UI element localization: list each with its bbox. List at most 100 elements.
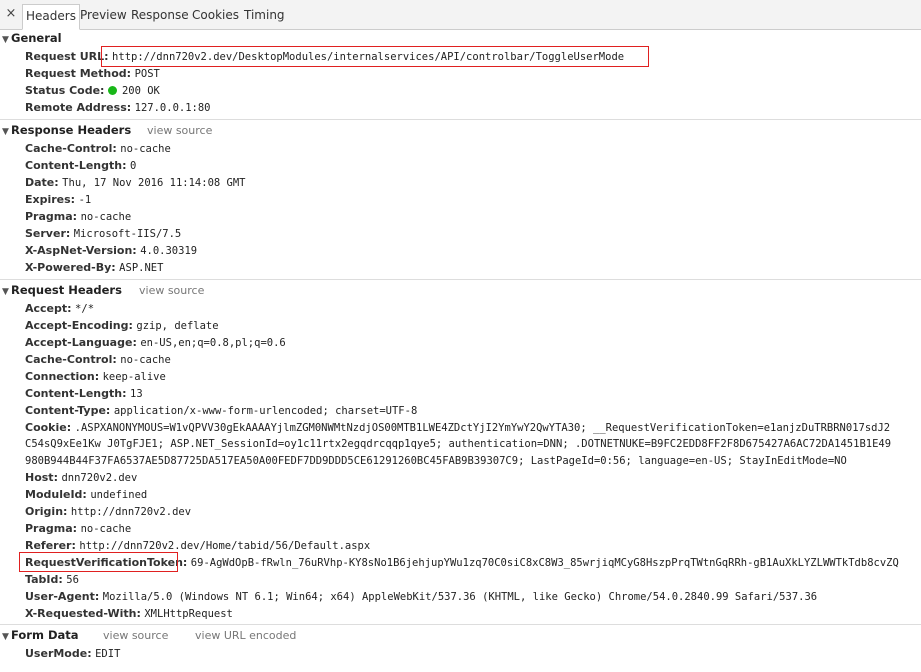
response-headers-section-header[interactable]: ▼ Response Headers view source: [0, 122, 921, 139]
header-row: ModuleId: undefined: [25, 486, 147, 503]
response-headers-title: Response Headers: [11, 123, 132, 137]
section-divider: [0, 279, 921, 280]
header-key: TabId:: [25, 573, 63, 586]
expand-triangle-icon[interactable]: ▼: [0, 32, 11, 49]
header-value: en-US,en;q=0.8,pl;q=0.6: [140, 337, 286, 349]
header-key: Referer:: [25, 539, 76, 552]
status-code-label: Status Code:: [25, 84, 105, 97]
form-view-url-encoded-link[interactable]: view URL encoded: [195, 627, 296, 644]
request-headers-section-header[interactable]: ▼ Request Headers view source: [0, 282, 921, 299]
header-row: Server: Microsoft-IIS/7.5: [25, 225, 181, 242]
form-view-source-link[interactable]: view source: [103, 627, 168, 644]
status-code-row: Status Code: 200 OK: [25, 82, 160, 99]
header-row: Content-Type: application/x-www-form-url…: [25, 402, 417, 419]
cookie-value-line2: C54sQ9xEe1Kw J0TgFJE1; ASP.NET_SessionId…: [25, 438, 892, 450]
request-view-source-link[interactable]: view source: [139, 282, 204, 299]
header-value: XMLHttpRequest: [144, 608, 233, 620]
header-value: application/x-www-form-urlencoded; chars…: [113, 405, 418, 417]
header-value: gzip, deflate: [136, 320, 219, 332]
expand-triangle-icon[interactable]: ▼: [0, 124, 11, 141]
header-row: Content-Length: 0: [25, 157, 136, 174]
section-divider: [0, 119, 921, 120]
header-row: Accept-Language: en-US,en;q=0.8,pl;q=0.6: [25, 334, 286, 351]
header-row: TabId: 56: [25, 571, 79, 588]
header-row: User-Agent: Mozilla/5.0 (Windows NT 6.1;…: [25, 588, 817, 605]
header-key: Content-Length:: [25, 387, 127, 400]
verification-token-highlight: [19, 552, 178, 572]
header-key: User-Agent:: [25, 590, 100, 603]
request-method-value: POST: [134, 68, 160, 80]
header-key: Connection:: [25, 370, 100, 383]
tab-timing[interactable]: Timing: [241, 5, 288, 25]
header-row: Accept-Encoding: gzip, deflate: [25, 317, 219, 334]
header-row: Pragma: no-cache: [25, 520, 131, 537]
header-value: Microsoft-IIS/7.5: [73, 228, 182, 240]
close-icon[interactable]: ×: [4, 6, 18, 22]
cookie-row: Cookie: .ASPXANONYMOUS=W1vQPVV30gEkAAAAY…: [25, 419, 890, 436]
header-key: Expires:: [25, 193, 76, 206]
cookie-value-line3: 980B944B44F37FA6537AE5D87725DA517EA50A00…: [25, 455, 847, 467]
tab-headers[interactable]: Headers: [22, 4, 80, 30]
header-value: 4.0.30319: [140, 245, 198, 257]
tab-preview[interactable]: Preview: [77, 5, 130, 25]
header-value: dnn720v2.dev: [61, 472, 138, 484]
header-value: no-cache: [80, 523, 132, 535]
header-row: Accept: */*: [25, 300, 94, 317]
header-key: Server:: [25, 227, 71, 240]
header-key: Origin:: [25, 505, 68, 518]
header-key: Cache-Control:: [25, 353, 117, 366]
status-ok-icon: [107, 86, 117, 95]
request-url-highlight: [101, 46, 649, 67]
header-key: Accept-Encoding:: [25, 319, 133, 332]
header-key: Accept:: [25, 302, 72, 315]
header-value: keep-alive: [102, 371, 166, 383]
expand-triangle-icon[interactable]: ▼: [0, 284, 11, 301]
header-row: Content-Length: 13: [25, 385, 143, 402]
header-key: X-Requested-With:: [25, 607, 141, 620]
header-row: X-Requested-With: XMLHttpRequest: [25, 605, 233, 622]
form-data-key: UserMode:: [25, 647, 92, 660]
form-data-row: UserMode: EDIT: [25, 645, 120, 662]
header-row: X-Powered-By: ASP.NET: [25, 259, 163, 276]
remote-address-row: Remote Address: 127.0.0.1:80: [25, 99, 211, 116]
header-value: */*: [75, 303, 95, 315]
header-value: Thu, 17 Nov 2016 11:14:08 GMT: [62, 177, 246, 189]
header-value: http://dnn720v2.dev/Home/tabid/56/Defaul…: [79, 540, 371, 552]
header-value: ASP.NET: [119, 262, 164, 274]
header-key: ModuleId:: [25, 488, 87, 501]
header-key: Content-Length:: [25, 159, 127, 172]
tab-response[interactable]: Response: [128, 5, 192, 25]
header-row: Connection: keep-alive: [25, 368, 166, 385]
header-key: Pragma:: [25, 210, 78, 223]
header-row: Host: dnn720v2.dev: [25, 469, 137, 486]
header-row: Origin: http://dnn720v2.dev: [25, 503, 191, 520]
status-code-value: 200 OK: [121, 85, 160, 97]
cookie-value-line1: .ASPXANONYMOUS=W1vQPVV30gEkAAAAYjlmZGM0N…: [74, 422, 891, 434]
general-section-header[interactable]: ▼ General: [0, 30, 921, 47]
form-data-title: Form Data: [11, 628, 79, 642]
header-value: 56: [66, 574, 79, 586]
header-value: -1: [78, 194, 92, 206]
expand-triangle-icon[interactable]: ▼: [0, 629, 11, 646]
header-key: Accept-Language:: [25, 336, 137, 349]
remote-address-label: Remote Address:: [25, 101, 132, 114]
cookie-label: Cookie:: [25, 421, 72, 434]
general-title: General: [11, 31, 62, 45]
request-url-label: Request URL:: [25, 50, 109, 63]
response-view-source-link[interactable]: view source: [147, 122, 212, 139]
form-data-section-header[interactable]: ▼ Form Data view source view URL encoded: [0, 627, 921, 644]
header-value: http://dnn720v2.dev: [70, 506, 192, 518]
header-value: undefined: [90, 489, 148, 501]
header-key: Cache-Control:: [25, 142, 117, 155]
header-key: Host:: [25, 471, 58, 484]
header-key: Content-Type:: [25, 404, 111, 417]
header-key: X-AspNet-Version:: [25, 244, 137, 257]
header-value: no-cache: [120, 354, 171, 366]
header-value: 13: [130, 388, 143, 400]
form-data-value: EDIT: [95, 648, 121, 660]
tab-cookies[interactable]: Cookies: [189, 5, 242, 25]
header-row: Expires: -1: [25, 191, 91, 208]
header-value: 0: [130, 160, 137, 172]
header-row: Pragma: no-cache: [25, 208, 131, 225]
header-key: Date:: [25, 176, 59, 189]
